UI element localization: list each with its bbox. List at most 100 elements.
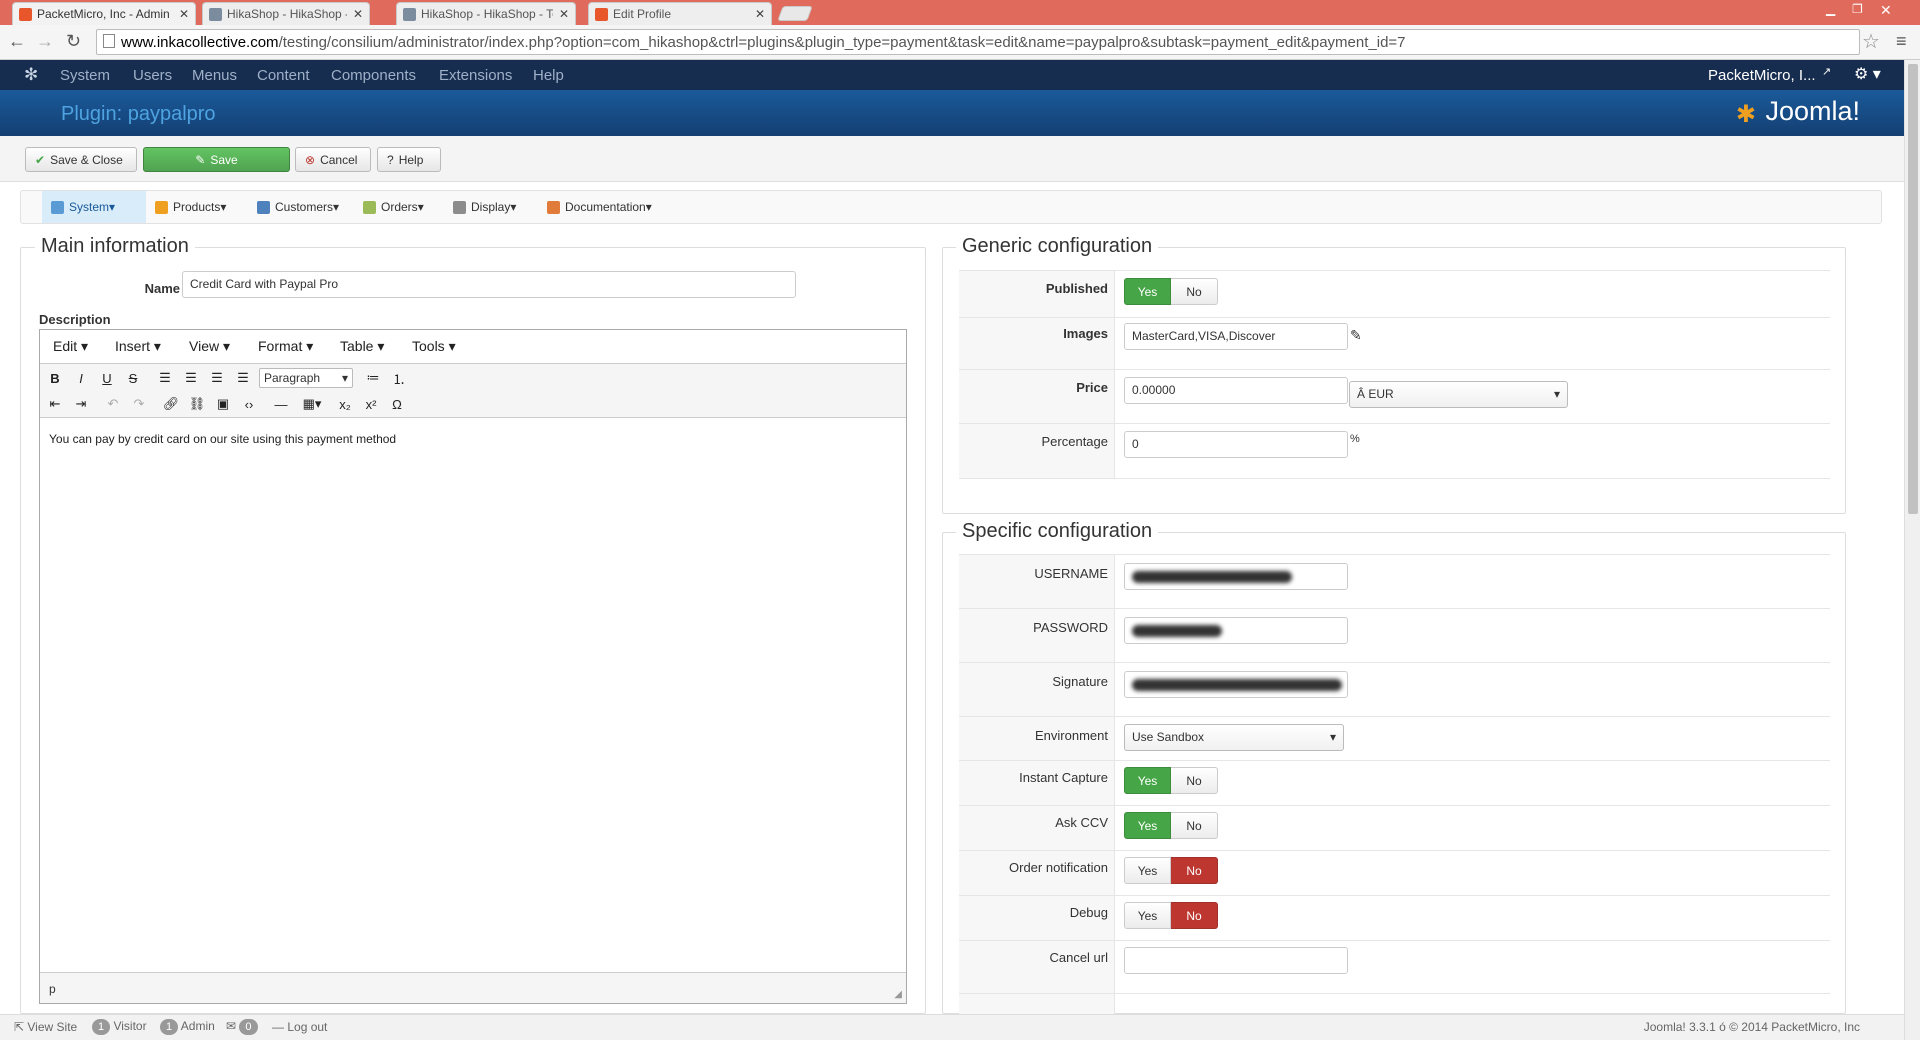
currency-select[interactable]: Â EUR ▾ — [1349, 381, 1568, 408]
environment-select[interactable]: Use Sandbox ▾ — [1124, 724, 1344, 751]
indent-icon[interactable]: ⇥ — [70, 393, 92, 415]
nav-users[interactable]: Users — [133, 67, 172, 84]
yes-option[interactable]: Yes — [1124, 278, 1171, 305]
admin-link[interactable]: 1 Admin — [160, 1019, 215, 1035]
messages-link[interactable]: ✉ 0 — [226, 1019, 258, 1035]
close-tab-icon[interactable]: ✕ — [179, 7, 189, 21]
joomla-icon[interactable]: ✻ — [24, 65, 38, 85]
close-tab-icon[interactable]: ✕ — [353, 7, 363, 21]
window-close-icon[interactable]: ✕ — [1880, 2, 1892, 19]
nav-system[interactable]: System — [60, 67, 110, 84]
new-tab-button[interactable] — [777, 6, 813, 21]
browser-tab[interactable]: HikaShop - HikaShop - Ac ✕ — [202, 2, 370, 25]
code-icon[interactable]: ‹› — [238, 393, 260, 415]
settings-gear-icon[interactable]: ⚙ ▾ — [1854, 64, 1881, 84]
no-option[interactable]: No — [1171, 857, 1218, 884]
logout-link[interactable]: — Log out — [272, 1020, 327, 1034]
back-icon[interactable]: ← — [8, 31, 26, 52]
images-input[interactable]: MasterCard,VISA,Discover — [1124, 323, 1348, 350]
price-input[interactable]: 0.00000 — [1124, 377, 1348, 404]
submenu-system[interactable]: System ▾ — [42, 191, 146, 223]
submenu-customers[interactable]: Customers ▾ — [248, 191, 348, 223]
no-option[interactable]: No — [1171, 902, 1218, 929]
order-notification-toggle[interactable]: Yes No — [1124, 857, 1218, 884]
browser-tab[interactable]: HikaShop - HikaShop - To ✕ — [396, 2, 576, 25]
signature-input[interactable] — [1124, 671, 1348, 698]
submenu-documentation[interactable]: Documentation ▾ — [538, 191, 661, 223]
name-input[interactable]: Credit Card with Paypal Pro — [182, 271, 796, 298]
view-site-link[interactable]: ⇱ View Site — [14, 1020, 77, 1034]
align-center-icon[interactable]: ☰ — [180, 367, 202, 389]
link-icon[interactable]: 🔗︎ — [160, 393, 182, 415]
yes-option[interactable]: Yes — [1124, 812, 1171, 839]
horizontal-rule-icon[interactable]: — — [270, 393, 292, 415]
debug-toggle[interactable]: Yes No — [1124, 902, 1218, 929]
resize-handle-icon[interactable]: ◢ — [894, 989, 902, 1000]
nav-help[interactable]: Help — [533, 67, 564, 84]
editor-menu-table[interactable]: Table ▾ — [340, 338, 384, 355]
submenu-display[interactable]: Display ▾ — [444, 191, 525, 223]
align-justify-icon[interactable]: ☰ — [232, 367, 254, 389]
percentage-input[interactable]: 0 — [1124, 431, 1348, 458]
superscript-icon[interactable]: x² — [360, 393, 382, 415]
instant-capture-toggle[interactable]: Yes No — [1124, 767, 1218, 794]
underline-icon[interactable]: U — [96, 367, 118, 389]
cancel-button[interactable]: ⊗ Cancel — [295, 147, 371, 172]
nav-extensions[interactable]: Extensions — [439, 67, 512, 84]
paragraph-format-select[interactable]: Paragraph ▾ — [259, 368, 353, 388]
bullet-list-icon[interactable]: ≔ — [362, 367, 384, 389]
nav-content[interactable]: Content — [257, 67, 310, 84]
no-option[interactable]: No — [1171, 767, 1218, 794]
subscript-icon[interactable]: x₂ — [334, 393, 356, 415]
save-close-button[interactable]: ✔ Save & Close — [25, 147, 137, 172]
browser-menu-icon[interactable]: ≡ — [1896, 31, 1907, 52]
nav-components[interactable]: Components — [331, 67, 416, 84]
reload-icon[interactable]: ↻ — [66, 31, 81, 52]
numbered-list-icon[interactable]: ⒈ — [388, 367, 410, 389]
table-icon[interactable]: ▦▾ — [296, 393, 328, 415]
editor-menu-insert[interactable]: Insert ▾ — [115, 338, 161, 355]
no-option[interactable]: No — [1171, 812, 1218, 839]
close-tab-icon[interactable]: ✕ — [559, 7, 569, 21]
editor-content[interactable]: You can pay by credit card on our site u… — [49, 432, 396, 446]
strikethrough-icon[interactable]: S — [122, 367, 144, 389]
submenu-products[interactable]: Products ▾ — [146, 191, 235, 223]
editor-menu-view[interactable]: View ▾ — [189, 338, 230, 355]
outdent-icon[interactable]: ⇤ — [44, 393, 66, 415]
nav-menus[interactable]: Menus — [192, 67, 237, 84]
editor-menu-edit[interactable]: Edit ▾ — [53, 338, 88, 355]
redo-icon[interactable]: ↷ — [128, 393, 150, 415]
ask-ccv-toggle[interactable]: Yes No — [1124, 812, 1218, 839]
restore-icon[interactable]: ❐ — [1852, 2, 1863, 16]
italic-icon[interactable]: I — [70, 367, 92, 389]
editor-menu-format[interactable]: Format ▾ — [258, 338, 313, 355]
published-toggle[interactable]: Yes No — [1124, 278, 1218, 305]
visitor-link[interactable]: 1 Visitor — [92, 1019, 147, 1035]
browser-tab-active[interactable]: PacketMicro, Inc - Admin ✕ — [12, 2, 196, 25]
username-input[interactable] — [1124, 563, 1348, 590]
user-menu[interactable]: PacketMicro, I... — [1708, 67, 1816, 84]
submenu-orders[interactable]: Orders ▾ — [354, 191, 433, 223]
no-option[interactable]: No — [1171, 278, 1218, 305]
bold-icon[interactable]: B — [44, 367, 66, 389]
yes-option[interactable]: Yes — [1124, 902, 1171, 929]
page-scrollbar[interactable] — [1904, 60, 1920, 1040]
save-button[interactable]: ✎ Save — [143, 147, 290, 172]
unlink-icon[interactable]: ⛓ — [186, 393, 208, 415]
edit-pencil-icon[interactable]: ✎ — [1350, 327, 1362, 344]
close-tab-icon[interactable]: ✕ — [755, 7, 765, 21]
forward-icon[interactable]: → — [36, 31, 54, 52]
bookmark-star-icon[interactable]: ☆ — [1862, 29, 1880, 54]
undo-icon[interactable]: ↶ — [102, 393, 124, 415]
align-right-icon[interactable]: ☰ — [206, 367, 228, 389]
minimize-icon[interactable]: ▁ — [1826, 2, 1835, 16]
cancel-url-input[interactable] — [1124, 947, 1348, 974]
password-input[interactable] — [1124, 617, 1348, 644]
align-left-icon[interactable]: ☰ — [154, 367, 176, 389]
image-icon[interactable]: ▣ — [212, 393, 234, 415]
yes-option[interactable]: Yes — [1124, 767, 1171, 794]
editor-menu-tools[interactable]: Tools ▾ — [412, 338, 456, 355]
special-character-icon[interactable]: Ω — [386, 393, 408, 415]
browser-tab[interactable]: Edit Profile ✕ — [588, 2, 772, 25]
help-button[interactable]: ? Help — [377, 147, 441, 172]
